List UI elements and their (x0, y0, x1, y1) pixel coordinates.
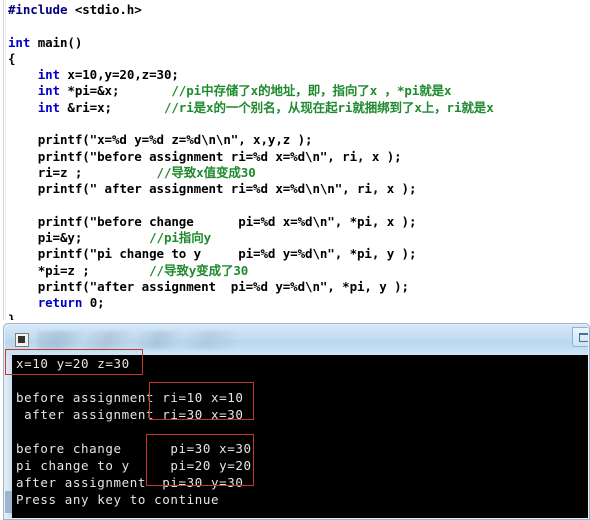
code-line: ri=z ; //导致x值变成30 (8, 165, 590, 181)
console-output-area[interactable]: x=10 y=20 z=30 before assignment ri=10 x=… (12, 355, 588, 518)
code-token-plain: main() (30, 34, 83, 50)
console-app-icon[interactable] (15, 333, 29, 347)
code-line: { (8, 51, 590, 67)
code-line: printf("x=%d y=%d z=%d\n\n", x,y,z ); (8, 132, 590, 148)
code-token-cmt: //导致x值变成30 (156, 164, 256, 180)
console-output-line: before change pi=30 x=30 (16, 441, 252, 456)
code-line: printf(" after assignment ri=%d x=%d\n\n… (8, 181, 590, 197)
code-line: printf("before change pi=%d x=%d\n", *pi… (8, 214, 590, 230)
code-line: int *pi=&x; //pi中存储了x的地址，即，指向了x ，*pi就是x (8, 83, 590, 99)
code-token-plain: *pi=&x; (59, 83, 172, 99)
code-token-pre: #include (8, 2, 68, 17)
code-token-kw: int (37, 99, 60, 115)
code-token-kw: int (37, 67, 60, 83)
code-editor-pane[interactable]: #include <stdio.h> int main(){ int x=10,y… (0, 0, 590, 320)
code-token-plain: x=10,y=20,z=30; (59, 67, 179, 83)
code-line: printf("after assignment pi=%d y=%d\n", … (8, 279, 590, 295)
code-token-kw: return (37, 295, 83, 311)
code-token-plain: printf("pi change to y pi=%d y=%d\n", *p… (8, 246, 417, 262)
code-token-cmt: //导致y变成了30 (149, 262, 249, 278)
console-output-line: before assignment ri=10 x=10 (16, 390, 244, 405)
code-line: *pi=z ; //导致y变成了30 (8, 263, 590, 279)
code-token-plain: ri=z ; (8, 164, 157, 180)
code-token-plain: printf("before assignment ri=%d x=%d\n",… (8, 148, 402, 164)
code-line: int main() (8, 35, 590, 51)
console-window[interactable]: x=10 y=20 z=30 before assignment ri=10 x=… (3, 323, 590, 520)
code-token-cmt: //ri是x的一个别名，从现在起ri就捆绑到了x上，ri就是x (163, 99, 494, 115)
code-line: pi=&y; //pi指向y (8, 230, 590, 246)
code-line: printf("before assignment ri=%d x=%d\n",… (8, 149, 590, 165)
console-scrollbar-thumb[interactable] (5, 491, 12, 513)
code-line: int x=10,y=20,z=30; (8, 67, 590, 83)
code-line: return 0; (8, 295, 590, 311)
code-line: printf("pi change to y pi=%d y=%d\n", *p… (8, 246, 590, 262)
console-title-bar[interactable] (5, 325, 588, 355)
code-token-kw: int (37, 83, 60, 99)
editor-gutter-line (3, 0, 4, 320)
code-line: #include <stdio.h> (8, 2, 590, 18)
console-output-line: pi change to y pi=20 y=20 (16, 458, 252, 473)
console-output-line: x=10 y=20 z=30 (16, 356, 130, 371)
code-token-plain: &ri=x; (59, 99, 164, 115)
code-token-plain: { (8, 50, 16, 66)
minimize-button[interactable] (572, 327, 588, 347)
code-token-plain: <stdio.h> (67, 2, 142, 17)
code-token-plain: *pi=z ; (8, 262, 150, 278)
code-token-plain: printf(" after assignment ri=%d x=%d\n\n… (8, 181, 417, 197)
editor-gutter-line-secondary (5, 0, 6, 320)
console-output-line: after assignment ri=30 x=30 (16, 407, 244, 422)
code-token-plain: printf("before change pi=%d x=%d\n", *pi… (8, 213, 417, 229)
code-line: int &ri=x; //ri是x的一个别名，从现在起ri就捆绑到了x上，ri就… (8, 100, 590, 116)
code-line: } (8, 312, 590, 320)
console-window-title (37, 331, 237, 349)
console-output-line: after assignment pi=30 y=30 (16, 475, 244, 490)
code-text-area[interactable]: #include <stdio.h> int main(){ int x=10,y… (8, 2, 590, 320)
code-token-plain: printf("x=%d y=%d z=%d\n\n", x,y,z ); (8, 132, 313, 148)
code-token-cmt: //pi指向y (149, 230, 212, 246)
code-token-plain: 0; (82, 295, 105, 311)
code-token-cmt: //pi中存储了x的地址，即，指向了x ，*pi就是x (171, 83, 452, 99)
code-token-plain: pi=&y; (8, 230, 150, 246)
code-token-plain: printf("after assignment pi=%d y=%d\n", … (8, 279, 409, 295)
code-token-plain: } (8, 311, 16, 320)
code-token-kw: int (8, 34, 31, 50)
console-output-line: Press any key to continue (16, 492, 220, 507)
